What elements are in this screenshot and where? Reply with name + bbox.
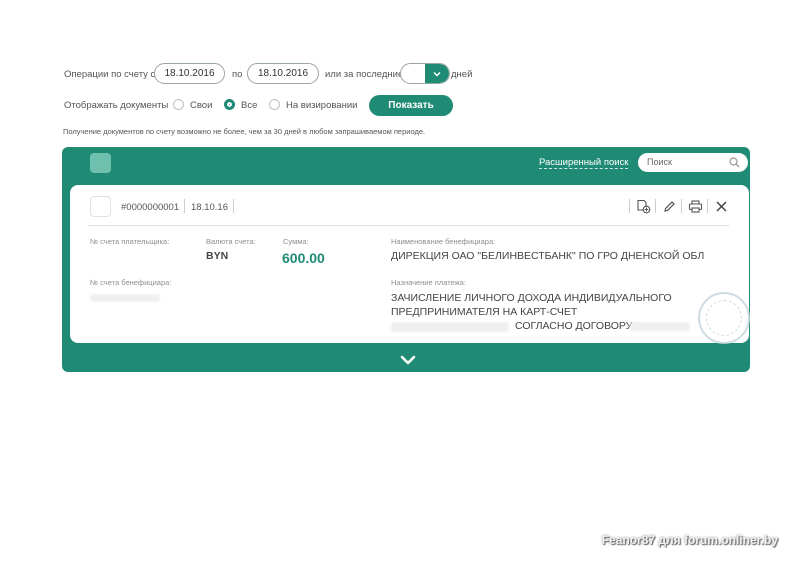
redacted-account <box>90 294 160 302</box>
expand-chevron-icon <box>400 355 416 365</box>
search-input[interactable]: Поиск <box>638 153 748 172</box>
document-checkbox[interactable] <box>90 196 111 217</box>
purpose-line-1: ЗАЧИСЛЕНИЕ ЛИЧНОГО ДОХОДА ИНДИВИДУАЛЬНОГ… <box>391 292 672 304</box>
divider <box>681 199 682 213</box>
currency-label: Валюта счета: <box>206 237 256 246</box>
forum-watermark: Feanor87 для forum.onliner.by <box>601 533 778 547</box>
redacted-text <box>391 322 509 332</box>
amount-label: Сумма: <box>283 237 309 246</box>
days-dropdown-button[interactable] <box>425 64 449 83</box>
radio-own-label: Свои <box>190 100 213 111</box>
date-to-input[interactable]: 18.10.2016 <box>247 63 319 84</box>
payer-account-label: № счета плательщика: <box>90 237 170 246</box>
purpose-line-3: СОГЛАСНО ДОГОВОРУ <box>515 320 633 332</box>
days-label: дней <box>451 69 473 80</box>
divider <box>655 199 656 213</box>
close-icon <box>715 200 727 212</box>
print-button[interactable] <box>687 198 703 214</box>
card-divider <box>88 225 729 226</box>
close-button[interactable] <box>713 198 729 214</box>
currency-value: BYN <box>206 250 229 262</box>
edit-button[interactable] <box>661 198 677 214</box>
beneficiary-name-label: Наименование бенефициара: <box>391 237 496 246</box>
purpose-line-2: ПРЕДПРИНИМАТЕЛЯ НА КАРТ-СЧЕТ <box>391 306 578 318</box>
divider <box>233 199 234 213</box>
period-label: Операции по счету с <box>64 69 156 80</box>
search-placeholder: Поиск <box>647 157 672 167</box>
amount-value: 600.00 <box>282 250 325 266</box>
divider <box>629 199 630 213</box>
radio-approval-label: На визировании <box>286 100 358 111</box>
period-note: Получение документов по счету возможно н… <box>63 127 426 136</box>
purpose-label: Назначение платежа: <box>391 278 466 287</box>
beneficiary-account-label: № счета бенефициара: <box>90 278 172 287</box>
show-button[interactable]: Показать <box>369 95 453 116</box>
printer-icon <box>688 199 702 213</box>
divider <box>707 199 708 213</box>
document-number: #0000000001 <box>121 202 180 213</box>
last-days-label: или за последние <box>325 69 404 80</box>
date-from-input[interactable]: 18.10.2016 <box>154 63 225 84</box>
expand-button[interactable] <box>396 353 420 367</box>
pencil-icon <box>663 200 675 212</box>
chevron-down-icon <box>433 71 441 77</box>
days-select[interactable] <box>400 63 450 84</box>
document-time: 18.10.16 <box>191 202 228 213</box>
divider <box>184 199 185 213</box>
copy-document-button[interactable] <box>635 198 652 215</box>
search-icon <box>729 157 740 168</box>
select-all-checkbox[interactable] <box>90 153 111 173</box>
to-label: по <box>232 69 243 80</box>
copy-document-icon <box>637 199 651 214</box>
radio-approval[interactable] <box>269 99 280 110</box>
advanced-search-link[interactable]: Расширенный поиск <box>539 157 629 169</box>
radio-own[interactable] <box>173 99 184 110</box>
beneficiary-name-value: ДИРЕКЦИЯ ОАО "БЕЛИНВЕСТБАНК" ПО ГРО ДНЕН… <box>391 250 705 262</box>
radio-all[interactable] <box>224 99 235 110</box>
redacted-text <box>630 322 690 331</box>
stamp-graphic <box>698 292 750 344</box>
show-documents-label: Отображать документы <box>64 100 169 111</box>
radio-all-label: Все <box>241 100 258 111</box>
